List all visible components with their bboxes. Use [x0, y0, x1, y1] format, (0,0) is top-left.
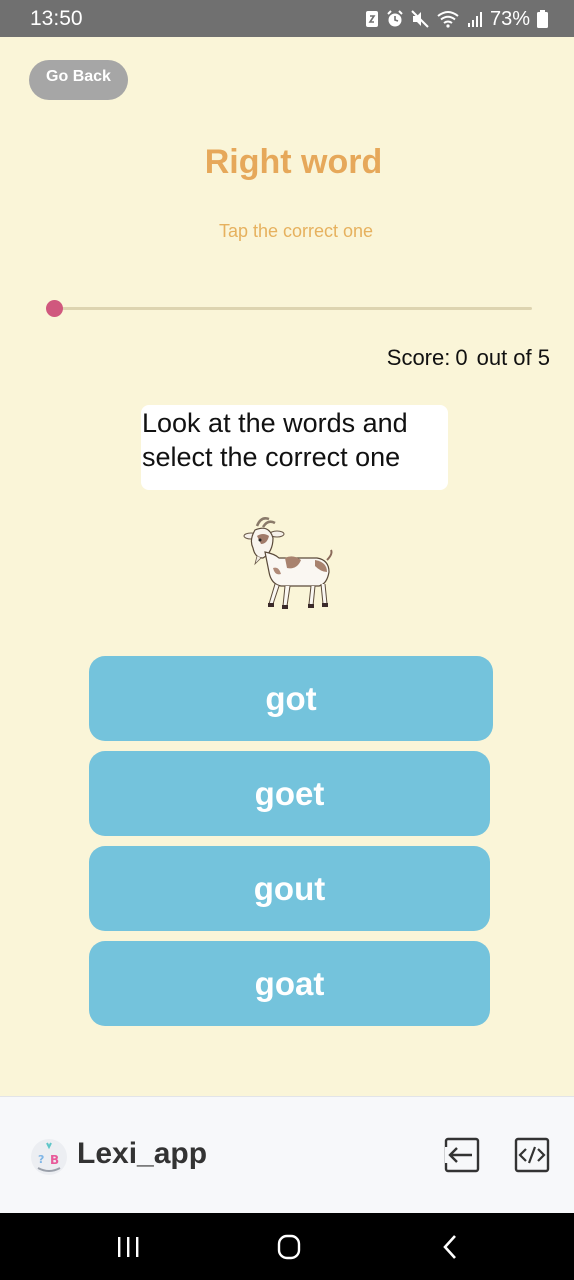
recents-icon[interactable] [108, 1231, 148, 1263]
back-icon[interactable] [430, 1231, 470, 1263]
go-back-button[interactable]: Go Back [29, 60, 128, 100]
status-icons: 73% [365, 7, 548, 31]
progress-slider-thumb[interactable] [45, 300, 63, 317]
app-screen: Go Back Right word Tap the correct one S… [0, 37, 574, 1096]
choice-button-goat[interactable]: goat [89, 941, 490, 1026]
page-title: Right word [204, 143, 383, 181]
choice-button-gout[interactable]: gout [89, 846, 490, 931]
wifi-icon [437, 11, 459, 28]
choice-button-got[interactable]: got [89, 656, 493, 741]
mute-icon [411, 10, 429, 28]
page-subtitle: Tap the correct one [218, 221, 374, 241]
score-display: Score: 0 out of 5 [387, 345, 550, 371]
goat-illustration [243, 517, 333, 609]
code-icon[interactable] [514, 1137, 550, 1173]
app-name: Lexi_app [77, 1137, 208, 1170]
score-total: out of 5 [476, 345, 550, 370]
battery-percent: 73% [489, 7, 530, 30]
instruction-box: Look at the words and select the correct… [141, 405, 448, 490]
status-time: 13:50 [30, 7, 83, 30]
progress-slider-track [54, 307, 532, 310]
svg-text:?: ? [38, 1153, 44, 1166]
app-toolbar: ? B Lexi_app [0, 1096, 574, 1213]
score-label: Score: [386, 345, 451, 370]
svg-text:B: B [50, 1153, 59, 1167]
choice-button-goet[interactable]: goet [89, 751, 490, 836]
app-logo-icon: ? B [31, 1139, 67, 1175]
nfc-icon [365, 11, 378, 27]
exit-icon[interactable] [444, 1137, 480, 1173]
home-icon[interactable] [269, 1231, 309, 1263]
score-value: 0 [455, 345, 468, 370]
alarm-icon [387, 10, 403, 27]
signal-icon [467, 12, 482, 27]
system-nav-bar [0, 1213, 574, 1280]
status-bar: 13:50 73% [0, 0, 574, 37]
battery-icon [537, 10, 548, 28]
